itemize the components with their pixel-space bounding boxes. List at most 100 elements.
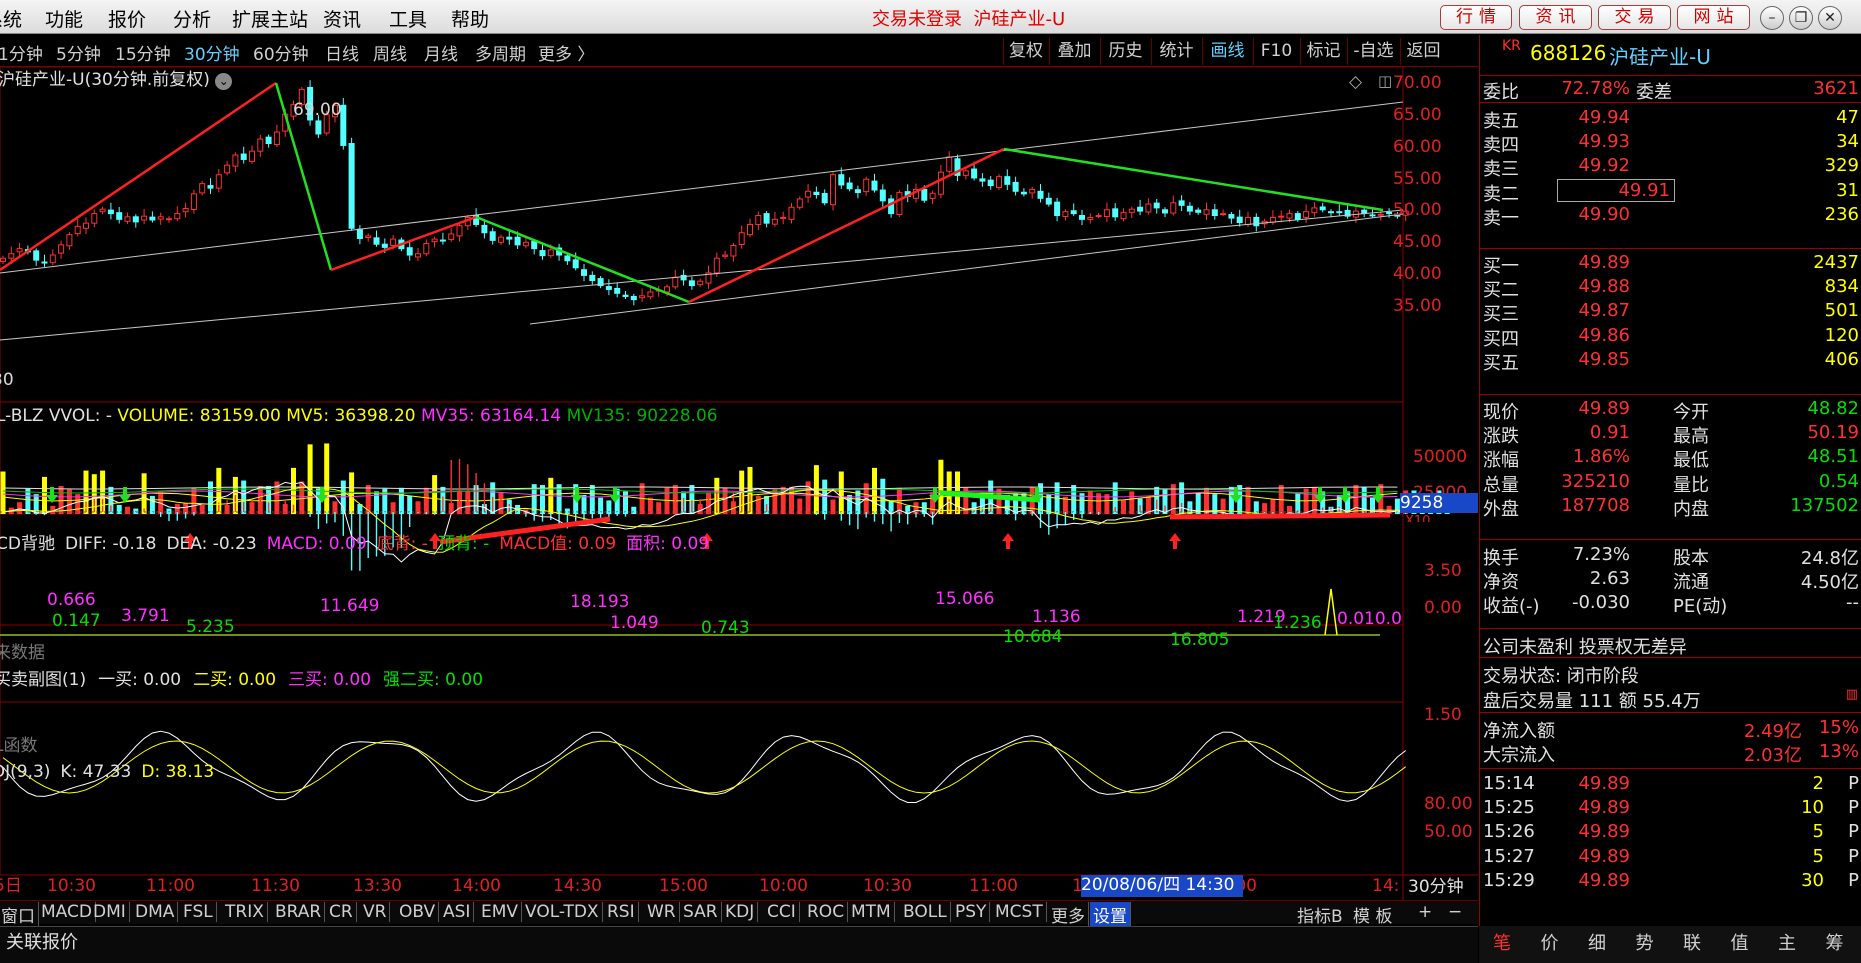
period-60min[interactable]: 60分钟 — [253, 40, 309, 65]
indicator-tab-action[interactable]: 模 板 — [1350, 902, 1395, 927]
period-1min[interactable]: 1分钟 — [0, 40, 43, 65]
candle-body — [1095, 215, 1102, 218]
minimize-icon[interactable]: – — [1760, 6, 1784, 30]
volume-bar — [407, 495, 413, 514]
indicator-tab[interactable]: FSL — [180, 902, 217, 922]
indicator-tab[interactable]: ROC — [804, 902, 849, 922]
toolbar-mark[interactable]: 标记 — [1300, 38, 1346, 65]
candle-body — [489, 231, 496, 241]
indicator-tab[interactable]: BRAR — [272, 902, 326, 922]
candlestick-series — [0, 80, 1409, 341]
toolbar-draw[interactable]: 画线 — [1202, 38, 1252, 65]
candle-body — [838, 174, 845, 186]
after-hours-volume: 盘后交易量 111 额 55.4万 ▥ — [1483, 687, 1858, 712]
toolbar-f10[interactable]: F10 — [1253, 38, 1299, 65]
trade-button[interactable]: 交易 — [1598, 5, 1671, 30]
quote-tab[interactable]: 势 — [1636, 929, 1654, 955]
toolbar-watchlist[interactable]: -自选 — [1347, 38, 1399, 65]
indicator-tab[interactable]: MTM — [848, 902, 895, 922]
chart-icon[interactable]: ▥ — [1846, 687, 1858, 702]
indicator-tab[interactable]: RSI — [604, 902, 639, 922]
menu-tools[interactable]: 工具 — [389, 5, 427, 32]
period-label: 30分钟 — [1408, 877, 1464, 897]
diamond-icon[interactable]: ◇ — [1349, 72, 1362, 92]
toolbar-history[interactable]: 历史 — [1100, 38, 1150, 65]
period-15min[interactable]: 15分钟 — [115, 40, 171, 65]
indicator-tab[interactable]: PSY — [952, 902, 991, 922]
candle-body — [1386, 211, 1393, 215]
indicator-tab-action[interactable]: − — [1445, 902, 1465, 922]
menu-function[interactable]: 功能 — [45, 5, 83, 32]
indicator-tab-action[interactable]: 指标B — [1294, 902, 1346, 927]
quote-tab[interactable]: 筹 — [1826, 929, 1844, 955]
period-30min[interactable]: 30分钟 — [184, 40, 240, 65]
period-multi[interactable]: 多周期 — [475, 40, 526, 65]
menu-extended[interactable]: 扩展主站 — [232, 5, 308, 32]
indicator-tab[interactable]: 窗口 — [0, 902, 39, 927]
period-more[interactable]: 更多 〉 — [538, 40, 594, 65]
menu-news[interactable]: 资讯 — [323, 5, 361, 32]
indicator-tab[interactable]: OBV — [396, 902, 440, 922]
indicator-tab[interactable]: TRIX — [222, 902, 268, 922]
period-day[interactable]: 日线 — [325, 40, 359, 65]
indicator-value: 一买: 0.00 — [98, 670, 182, 690]
toolbar-overlay[interactable]: 叠加 — [1049, 38, 1099, 65]
period-5min[interactable]: 5分钟 — [56, 40, 101, 65]
period-month[interactable]: 月线 — [424, 40, 458, 65]
zigzag-segment — [688, 147, 1005, 304]
indicator-tab[interactable]: 设置 — [1090, 902, 1131, 927]
quote-tab[interactable]: 价 — [1541, 929, 1559, 955]
indicator-tab[interactable]: SAR — [680, 902, 722, 922]
indicator-tab[interactable]: KDJ — [722, 902, 759, 922]
toolbar-back[interactable]: 返回 — [1400, 38, 1446, 65]
indicator-tab[interactable]: DMI — [90, 902, 130, 922]
chevron-down-icon[interactable]: ⌄ — [215, 73, 233, 90]
indicator-tab[interactable]: ASI — [440, 902, 475, 922]
indicator-tab[interactable]: DMA — [132, 902, 179, 922]
quote-tab[interactable]: 笔 — [1493, 929, 1511, 955]
close-icon[interactable]: ✕ — [1818, 6, 1842, 30]
indicator-tab-action[interactable]: + — [1415, 902, 1435, 922]
indicator-tab[interactable]: BOLL — [900, 902, 951, 922]
indicator-tab[interactable]: CR — [326, 902, 357, 922]
menu-help[interactable]: 帮助 — [451, 5, 489, 32]
quote-tab[interactable]: 联 — [1683, 929, 1701, 955]
menu-analysis[interactable]: 分析 — [173, 5, 211, 32]
candle-body — [83, 222, 89, 229]
menu-system[interactable]: 系统 — [0, 5, 22, 32]
indicator-tab[interactable]: 更多 — [1048, 902, 1089, 927]
quotes-button[interactable]: 行情 — [1440, 5, 1512, 30]
restore-icon[interactable]: ❐ — [1789, 6, 1813, 30]
quote-panel-tabs: 笔价细势联值主筹 — [1479, 926, 1861, 963]
candle-body — [771, 218, 778, 225]
news-button[interactable]: 资讯 — [1519, 5, 1592, 30]
period-bar: 1分钟 5分钟 15分钟 30分钟 60分钟 日线 周线 月线 多周期 更多 〉… — [0, 35, 1478, 67]
quote-tab[interactable]: 细 — [1588, 929, 1606, 955]
candle-body — [614, 287, 621, 294]
order-book-row: 卖四 49.93 34 — [1483, 131, 1859, 157]
candle-body — [199, 183, 206, 194]
volume-bar — [432, 475, 438, 514]
quote-tab[interactable]: 值 — [1731, 929, 1749, 955]
panel-toggle-icon[interactable]: ◫ — [1378, 71, 1392, 91]
period-week[interactable]: 周线 — [373, 40, 407, 65]
quote-tab[interactable]: 主 — [1778, 929, 1796, 955]
candle-body — [1253, 216, 1260, 227]
time-tick-label: 11:00 — [146, 876, 195, 896]
linked-quotes-tab[interactable]: 关联报价 — [6, 933, 78, 953]
indicator-tab[interactable]: VR — [360, 902, 391, 922]
toolbar-stats[interactable]: 统计 — [1151, 38, 1201, 65]
website-button[interactable]: 网站 — [1677, 5, 1750, 30]
indicator-tab[interactable]: CCI — [764, 902, 800, 922]
indicator-tab[interactable]: VOL-TDX — [522, 902, 603, 922]
channel-line-middle — [0, 209, 1404, 341]
indicator-tab[interactable]: WR — [644, 902, 680, 922]
indicator-tab[interactable]: MCST — [992, 902, 1047, 922]
toolbar-adjust[interactable]: 复权 — [1003, 38, 1048, 65]
indicator-tab[interactable]: MACD — [38, 902, 96, 922]
indicator-tab[interactable]: EMV — [478, 902, 523, 922]
macd-divergence-value: 0.147 — [52, 611, 101, 631]
macd-divergence-value: 1.136 — [1032, 607, 1081, 627]
candle-body — [390, 238, 397, 246]
menu-quotes[interactable]: 报价 — [108, 5, 146, 32]
